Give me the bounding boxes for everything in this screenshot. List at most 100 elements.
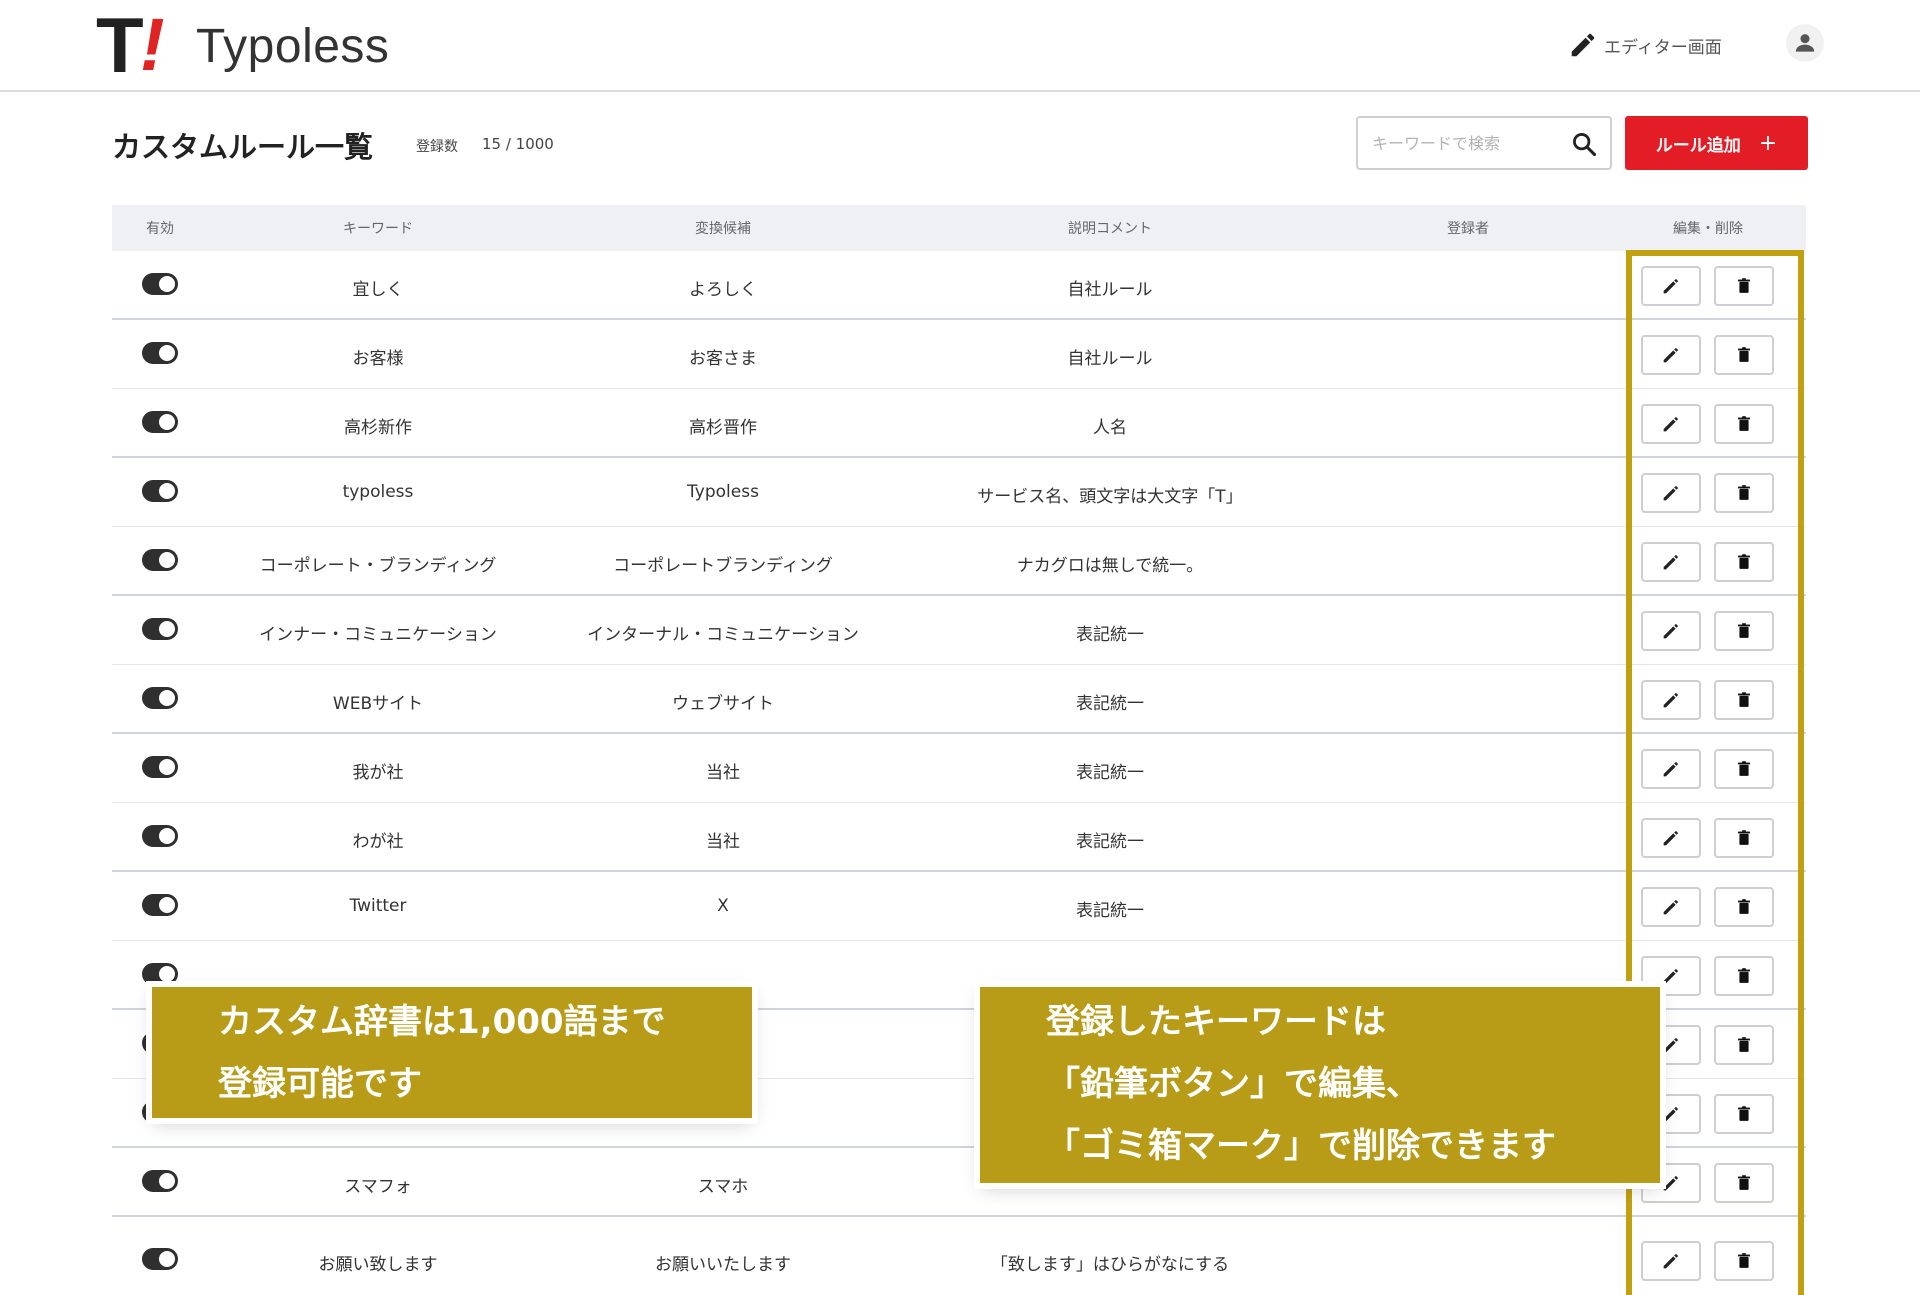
candidate-cell: Typoless	[687, 482, 759, 502]
delete-button[interactable]	[1714, 680, 1774, 720]
toggle-knob	[159, 1251, 175, 1267]
typoless-logo[interactable]: T ! Typoless	[96, 3, 390, 86]
enabled-toggle[interactable]	[142, 480, 178, 502]
trash-icon	[1738, 554, 1750, 569]
enabled-toggle[interactable]	[142, 894, 178, 916]
comment-cell: 表記統一	[1076, 763, 1144, 783]
enabled-toggle[interactable]	[142, 618, 178, 640]
pencil-icon	[1663, 900, 1678, 915]
candidate-cell: ウェブサイト	[672, 694, 774, 714]
pencil-icon	[1663, 831, 1678, 846]
candidate-cell: お客さま	[689, 349, 757, 369]
add-rule-label: ルール追加	[1655, 135, 1741, 156]
keyword-cell: お願い致します	[318, 1255, 438, 1275]
comment-cell: 人名	[1093, 418, 1127, 438]
column-header-comment: 説明コメント	[1068, 221, 1152, 237]
enabled-toggle[interactable]	[142, 549, 178, 571]
pencil-icon	[1663, 1107, 1678, 1122]
comment-cell: ナカグロは無しで統一。	[1016, 556, 1204, 576]
edit-button[interactable]	[1641, 335, 1701, 375]
trash-icon	[1738, 1175, 1750, 1190]
toggle-knob	[159, 1173, 175, 1189]
callout-text: カスタム辞書は1,000語まで	[218, 1002, 666, 1042]
trash-icon	[1738, 1253, 1750, 1268]
delete-button[interactable]	[1714, 1025, 1774, 1065]
trash-icon	[1738, 761, 1750, 776]
edit-button[interactable]	[1641, 611, 1701, 651]
column-header-registrant: 登録者	[1447, 221, 1489, 237]
table-row: インナー・コミュニケーション インターナル・コミュニケーション 表記統一	[112, 596, 1806, 665]
edit-button[interactable]	[1641, 542, 1701, 582]
search-input[interactable]	[1372, 128, 1562, 158]
candidate-cell: 高杉晋作	[689, 418, 757, 438]
enabled-toggle[interactable]	[142, 687, 178, 709]
candidate-cell: お願いいたします	[655, 1255, 791, 1275]
delete-button[interactable]	[1714, 749, 1774, 789]
pencil-icon	[1663, 693, 1678, 708]
edit-button[interactable]	[1641, 749, 1701, 789]
column-header-candidate: 変換候補	[695, 221, 751, 237]
search-icon[interactable]	[1570, 130, 1598, 158]
delete-button[interactable]	[1714, 266, 1774, 306]
edit-button[interactable]	[1641, 818, 1701, 858]
enabled-toggle[interactable]	[142, 411, 178, 433]
search-box[interactable]	[1356, 116, 1612, 170]
delete-button[interactable]	[1714, 1241, 1774, 1281]
edit-button[interactable]	[1641, 887, 1701, 927]
enabled-toggle[interactable]	[142, 1248, 178, 1270]
enabled-toggle[interactable]	[142, 342, 178, 364]
keyword-cell: スマフォ	[344, 1177, 412, 1197]
comment-cell: 表記統一	[1076, 625, 1144, 645]
add-rule-button[interactable]: ルール追加 +	[1625, 116, 1808, 170]
enabled-toggle[interactable]	[142, 825, 178, 847]
user-icon	[1795, 34, 1815, 52]
delete-button[interactable]	[1714, 1094, 1774, 1134]
logo-mark-letter: T	[96, 1, 144, 89]
comment-cell: 表記統一	[1076, 694, 1144, 714]
delete-button[interactable]	[1714, 887, 1774, 927]
delete-button[interactable]	[1714, 1163, 1774, 1203]
enabled-toggle[interactable]	[142, 273, 178, 295]
comment-cell: 「致します」はひらがなにする	[990, 1255, 1230, 1275]
plus-icon: +	[1758, 130, 1778, 156]
trash-icon	[1738, 692, 1750, 707]
editor-screen-link[interactable]: エディター画面	[1568, 28, 1722, 62]
logo-text: Typoless	[196, 19, 390, 73]
delete-button[interactable]	[1714, 473, 1774, 513]
pencil-icon	[1571, 33, 1595, 57]
comment-cell: 自社ルール	[1067, 349, 1153, 369]
enabled-toggle[interactable]	[142, 756, 178, 778]
edit-button[interactable]	[1641, 473, 1701, 513]
delete-button[interactable]	[1714, 404, 1774, 444]
logo-mark-exclamation: !	[140, 3, 165, 86]
pencil-icon	[1663, 1038, 1678, 1053]
delete-button[interactable]	[1714, 818, 1774, 858]
table-row: お客様 お客さま 自社ルール	[112, 320, 1806, 389]
delete-button[interactable]	[1714, 956, 1774, 996]
toggle-knob	[159, 345, 175, 361]
toggle-knob	[159, 276, 175, 292]
table-row: Twitter X 表記統一	[112, 872, 1806, 941]
pencil-icon	[1663, 486, 1678, 501]
table-row: 宜しく よろしく 自社ルール	[112, 251, 1806, 320]
enabled-toggle[interactable]	[142, 1170, 178, 1192]
table-row: WEBサイト ウェブサイト 表記統一	[112, 665, 1806, 734]
trash-icon	[1738, 830, 1750, 845]
delete-button[interactable]	[1714, 335, 1774, 375]
pencil-icon	[1663, 1176, 1678, 1191]
trash-icon	[1738, 623, 1750, 638]
enabled-toggle[interactable]	[142, 963, 178, 985]
edit-button[interactable]	[1641, 1241, 1701, 1281]
page-title: カスタムルール一覧	[112, 130, 374, 164]
avatar[interactable]	[1786, 24, 1824, 62]
edit-button[interactable]	[1641, 266, 1701, 306]
edit-button[interactable]	[1641, 404, 1701, 444]
delete-button[interactable]	[1714, 542, 1774, 582]
callout-edit-delete-instructions: 登録したキーワードは 「鉛筆ボタン」で編集、 「ゴミ箱マーク」で削除できます	[980, 987, 1660, 1183]
keyword-cell: 高杉新作	[344, 418, 412, 438]
pencil-icon	[1663, 348, 1678, 363]
edit-button[interactable]	[1641, 680, 1701, 720]
candidate-cell: インターナル・コミュニケーション	[587, 625, 859, 645]
toggle-knob	[159, 897, 175, 913]
delete-button[interactable]	[1714, 611, 1774, 651]
